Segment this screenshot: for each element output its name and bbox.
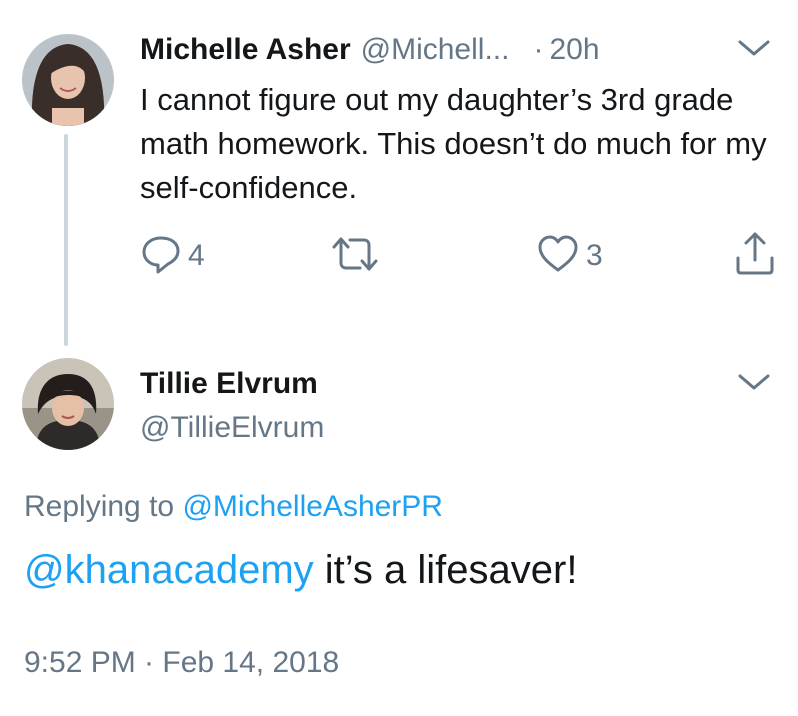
chevron-down-icon[interactable] <box>736 370 772 394</box>
share-icon <box>734 230 776 281</box>
heart-icon <box>536 233 580 280</box>
time-separator: · <box>533 33 544 66</box>
retweet-button[interactable] <box>330 234 386 278</box>
display-name[interactable]: Michelle Asher <box>140 33 351 67</box>
tweet-text: I cannot figure out my daughter’s 3rd gr… <box>140 82 767 205</box>
mention-link[interactable]: @khanacademy <box>24 548 314 592</box>
timestamp[interactable]: 20h <box>549 33 599 67</box>
tweet-text: @khanacademy it’s a lifesaver! <box>24 544 577 596</box>
replying-to-link[interactable]: @MichelleAsherPR <box>182 490 443 523</box>
chevron-down-icon[interactable] <box>736 36 772 60</box>
like-button[interactable]: 3 <box>536 234 603 278</box>
tweet-body: it’s a lifesaver! <box>313 548 578 592</box>
replying-to: Replying to @MichelleAsherPR <box>24 488 443 526</box>
thread-line <box>64 134 68 346</box>
avatar-michelle[interactable] <box>22 34 114 126</box>
like-count: 3 <box>586 239 603 272</box>
share-button[interactable] <box>734 232 776 278</box>
display-name[interactable]: Tillie Elvrum <box>140 366 318 402</box>
reply-icon <box>140 233 182 280</box>
handle[interactable]: @Michell... <box>361 33 510 67</box>
retweet-icon <box>330 233 380 280</box>
avatar-tillie[interactable] <box>22 358 114 450</box>
reply-button[interactable]: 4 <box>140 234 205 278</box>
replying-prefix: Replying to <box>24 490 175 523</box>
tweet-header: Michelle Asher @Michell... · 20h <box>140 30 600 70</box>
handle[interactable]: @TillieElvrum <box>140 410 324 446</box>
tweet-timestamp[interactable]: 9:52 PM · Feb 14, 2018 <box>24 644 339 682</box>
reply-count: 4 <box>188 239 205 272</box>
